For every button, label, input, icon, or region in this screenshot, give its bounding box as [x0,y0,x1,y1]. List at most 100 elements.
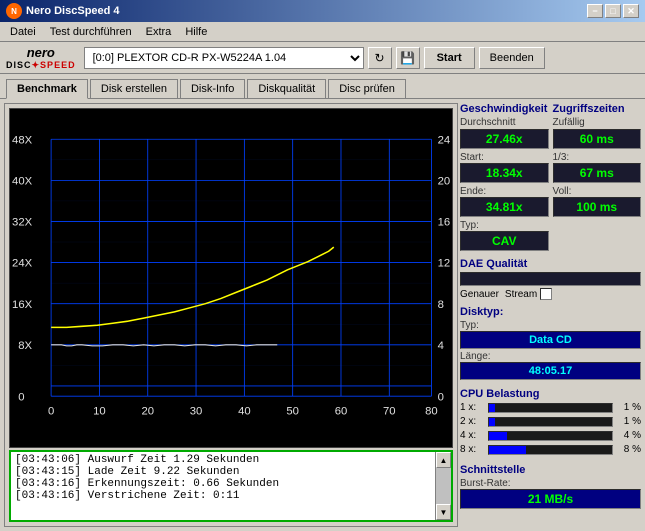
menu-datei[interactable]: Datei [4,24,42,40]
schnittstelle-title: Schnittstelle [460,464,641,476]
laenge-value: 48:05.17 [460,362,641,380]
disktyp-section: Disktyp: Typ: Data CD Länge: 48:05.17 [460,306,641,382]
tab-disk-erstellen[interactable]: Disk erstellen [90,79,178,99]
cpu-section: CPU Belastung 1 x: 1 % 2 x: 1 % 4 x: [460,388,641,458]
genauer-label: Genauer [460,289,499,300]
tab-disk-info[interactable]: Disk-Info [180,79,245,99]
svg-text:16: 16 [438,217,451,229]
maximize-button[interactable]: □ [605,4,621,18]
zugriffszeiten-title: Zugriffszeiten [553,103,642,115]
svg-text:12: 12 [438,258,451,270]
stream-label: Stream [505,289,537,300]
drive-select[interactable]: [0:0] PLEXTOR CD-R PX-W5224A 1.04 [84,47,364,69]
scroll-down-button[interactable]: ▼ [436,504,451,520]
svg-text:0: 0 [438,391,444,403]
cpu-fill-1 [489,404,495,412]
tab-bar: Benchmark Disk erstellen Disk-Info Diskq… [0,74,645,98]
tab-diskqualitaet[interactable]: Diskqualität [247,79,326,99]
cpu-label-2: 2 x: [460,416,485,427]
start-button[interactable]: Start [424,47,475,69]
svg-text:50: 50 [286,406,299,418]
svg-text:8X: 8X [18,340,32,352]
menu-hilfe[interactable]: Hilfe [179,24,213,40]
svg-text:70: 70 [383,406,396,418]
cpu-pct-3: 4 % [616,430,641,441]
cpu-bar-1 [488,403,613,413]
svg-text:0: 0 [18,391,24,403]
cpu-pct-1: 1 % [616,402,641,413]
dae-stream-row: Genauer Stream [460,288,641,300]
cpu-bar-3 [488,431,613,441]
cpu-label-3: 4 x: [460,430,485,441]
svg-text:10: 10 [93,406,106,418]
cpu-row-1: 1 x: 1 % [460,402,641,413]
main-content: 48X 40X 32X 24X 16X 8X 0 24 20 16 12 8 4… [0,98,645,527]
dae-title: DAE Qualität [460,258,641,270]
geschwindigkeit-section: Geschwindigkeit Durchschnitt 27.46x Star… [460,103,549,251]
cpu-label-1: 1 x: [460,402,485,413]
onethird-label: 1/3: [553,152,642,163]
cpu-fill-3 [489,432,507,440]
scroll-track[interactable] [436,468,451,504]
log-line-1: [03:43:06] Auswurf Zeit 1.29 Sekunden [15,454,431,466]
cpu-fill-4 [489,446,526,454]
tab-disc-pruefen[interactable]: Disc prüfen [328,79,406,99]
svg-text:80: 80 [425,406,438,418]
window-controls: − □ ✕ [587,4,639,18]
svg-text:48X: 48X [12,134,33,146]
schnittstelle-section: Schnittstelle Burst-Rate: 21 MB/s [460,464,641,509]
svg-text:60: 60 [335,406,348,418]
chart-area: 48X 40X 32X 24X 16X 8X 0 24 20 16 12 8 4… [9,108,453,448]
ende-value: 34.81x [460,197,549,217]
right-panel: Geschwindigkeit Durchschnitt 27.46x Star… [460,99,645,527]
start-label: Start: [460,152,549,163]
menu-extra[interactable]: Extra [140,24,178,40]
svg-text:24: 24 [438,134,451,146]
typ-value: CAV [460,231,549,251]
onethird-value: 67 ms [553,163,642,183]
end-button[interactable]: Beenden [479,47,545,69]
menu-test[interactable]: Test durchführen [44,24,138,40]
svg-text:40X: 40X [12,175,33,187]
svg-text:30: 30 [190,406,203,418]
scroll-up-button[interactable]: ▲ [436,452,451,468]
svg-text:20: 20 [141,406,154,418]
svg-text:16X: 16X [12,299,33,311]
burst-value: 21 MB/s [460,489,641,509]
cpu-label-4: 8 x: [460,444,485,455]
app-logo: nero DISC ✦SPEED [6,45,76,71]
logo-speed: ✦SPEED [32,60,76,71]
close-button[interactable]: ✕ [623,4,639,18]
burst-label: Burst-Rate: [460,478,641,489]
disktyp-value: Data CD [460,331,641,349]
tab-benchmark[interactable]: Benchmark [6,79,88,99]
durchschnitt-value: 27.46x [460,129,549,149]
typ-label: Typ: [460,220,549,231]
minimize-button[interactable]: − [587,4,603,18]
app-icon: N [6,3,22,19]
dae-section: DAE Qualität Genauer Stream [460,258,641,300]
svg-text:0: 0 [48,406,54,418]
cpu-bar-4 [488,445,613,455]
log-line-4: [03:43:16] Verstrichene Zeit: 0:11 [15,490,431,502]
cpu-title: CPU Belastung [460,388,641,400]
cpu-fill-2 [489,418,495,426]
cpu-pct-2: 1 % [616,416,641,427]
svg-text:24X: 24X [12,258,33,270]
log-scrollbar[interactable]: ▲ ▼ [435,452,451,520]
refresh-button[interactable]: ↻ [368,47,392,69]
cpu-pct-4: 8 % [616,444,641,455]
save-button[interactable]: 💾 [396,47,420,69]
log-line-3: [03:43:16] Erkennungszeit: 0.66 Sekunden [15,478,431,490]
logo-disc: DISC [6,60,32,70]
speed-access-row: Geschwindigkeit Durchschnitt 27.46x Star… [460,103,641,251]
log-content: [03:43:06] Auswurf Zeit 1.29 Sekunden [0… [11,452,435,520]
logo-nero: nero [27,45,55,60]
zufaellig-value: 60 ms [553,129,642,149]
cpu-row-3: 4 x: 4 % [460,430,641,441]
durchschnitt-label: Durchschnitt [460,117,549,128]
stream-checkbox[interactable] [540,288,552,300]
toolbar: nero DISC ✦SPEED [0:0] PLEXTOR CD-R PX-W… [0,42,645,74]
zufaellig-label: Zufällig [553,117,642,128]
disktyp-typ-label: Typ: [460,320,641,331]
